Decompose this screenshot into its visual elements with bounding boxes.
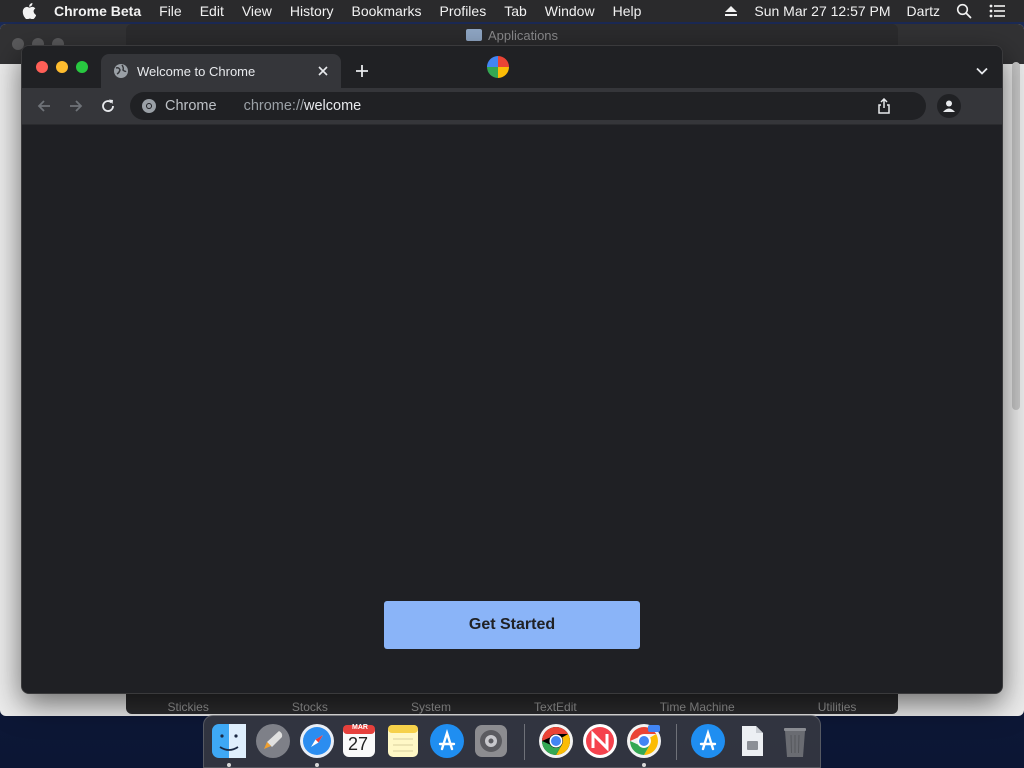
- applications-window-title: Applications: [126, 24, 898, 46]
- browser-toolbar: Chrome chrome://welcome: [22, 88, 1002, 125]
- new-tab-plus-icon[interactable]: [350, 59, 374, 83]
- launchpad-rocket-icon[interactable]: [254, 722, 292, 760]
- window-close-button[interactable]: [36, 61, 48, 73]
- menu-help[interactable]: Help: [604, 0, 651, 22]
- desktop: Applications Stickies Stocks System Text…: [0, 0, 1024, 768]
- safari-running-indicator: [315, 763, 319, 767]
- app-label-textedit[interactable]: TextEdit: [534, 700, 577, 714]
- finder-running-indicator: [227, 763, 231, 767]
- tab-title: Welcome to Chrome: [137, 63, 256, 79]
- get-started-button[interactable]: Get Started: [384, 601, 640, 649]
- window-minimize-button[interactable]: [56, 61, 68, 73]
- tab-strip: Welcome to Chrome: [22, 46, 1002, 88]
- reload-icon[interactable]: [95, 93, 121, 119]
- menu-bar: Chrome Beta File Edit View History Bookm…: [0, 0, 1024, 22]
- app-label-stickies[interactable]: Stickies: [168, 700, 209, 714]
- share-icon[interactable]: [874, 96, 894, 116]
- menu-edit[interactable]: Edit: [191, 0, 233, 22]
- apple-icon[interactable]: [18, 3, 40, 19]
- forward-arrow-icon[interactable]: [63, 93, 89, 119]
- url-scheme: chrome://: [243, 98, 305, 114]
- page-content: Get Started: [22, 125, 1002, 693]
- chrome-icon[interactable]: [537, 722, 575, 760]
- menu-user[interactable]: Dartz: [899, 3, 948, 19]
- menu-datetime[interactable]: Sun Mar 27 12:57 PM: [746, 3, 898, 19]
- dock-separator: [524, 724, 525, 760]
- chrome-beta-running-indicator: [642, 763, 646, 767]
- spotlight-search-icon[interactable]: [948, 3, 980, 19]
- url-text[interactable]: chrome://welcome: [244, 98, 362, 114]
- system-preferences-gear-icon[interactable]: [472, 722, 510, 760]
- app-label-utilities[interactable]: Utilities: [818, 700, 857, 714]
- menu-view[interactable]: View: [233, 0, 281, 22]
- tab-search-chevron-down-icon[interactable]: [970, 59, 994, 83]
- globe-icon: [113, 63, 129, 79]
- notes-icon[interactable]: [384, 722, 422, 760]
- safari-compass-icon[interactable]: [298, 722, 336, 760]
- folder-icon: [465, 29, 482, 41]
- menu-tab[interactable]: Tab: [495, 0, 536, 22]
- chrome-window: Welcome to Chrome Chrome chrome://welcom…: [21, 45, 1003, 694]
- background-scrollbar[interactable]: [1012, 62, 1020, 410]
- menu-profiles[interactable]: Profiles: [431, 0, 496, 22]
- app-label-stocks[interactable]: Stocks: [292, 700, 328, 714]
- menu-file[interactable]: File: [150, 0, 191, 22]
- app-label-time-machine[interactable]: Time Machine: [660, 700, 735, 714]
- menu-window[interactable]: Window: [536, 0, 604, 22]
- omnibox-chip-label: Chrome: [165, 98, 217, 114]
- finder-icon[interactable]: [210, 722, 248, 760]
- downloads-file-icon[interactable]: [733, 722, 771, 760]
- menu-history[interactable]: History: [281, 0, 343, 22]
- chrome-beta-icon[interactable]: [625, 722, 663, 760]
- app-store-folder-icon[interactable]: [689, 722, 727, 760]
- calendar-month-label: MAR: [352, 724, 368, 731]
- dock-separator: [676, 724, 677, 760]
- close-tab-icon[interactable]: [311, 59, 335, 83]
- url-host: welcome: [304, 98, 362, 114]
- back-arrow-icon[interactable]: [31, 93, 57, 119]
- control-center-icon[interactable]: [980, 4, 1014, 18]
- news-icon[interactable]: [581, 722, 619, 760]
- app-label-system[interactable]: System: [411, 700, 451, 714]
- eject-icon[interactable]: [716, 5, 746, 17]
- menu-bookmarks[interactable]: Bookmarks: [342, 0, 430, 22]
- applications-label-row: Stickies Stocks System TextEdit Time Mac…: [126, 694, 898, 714]
- trash-icon[interactable]: [776, 722, 814, 760]
- dock: MAR 27: [203, 715, 821, 768]
- chrome-logo-icon: [141, 98, 157, 114]
- tab-welcome[interactable]: Welcome to Chrome: [101, 54, 341, 88]
- profile-avatar-icon[interactable]: [937, 94, 961, 118]
- window-maximize-button[interactable]: [76, 61, 88, 73]
- menu-app-name[interactable]: Chrome Beta: [54, 0, 150, 22]
- applications-title-text: Applications: [487, 27, 559, 43]
- loading-spinner-icon: [487, 56, 509, 78]
- app-store-icon[interactable]: [428, 722, 466, 760]
- calendar-day-label: 27: [348, 734, 369, 754]
- address-bar[interactable]: Chrome chrome://welcome: [130, 92, 926, 120]
